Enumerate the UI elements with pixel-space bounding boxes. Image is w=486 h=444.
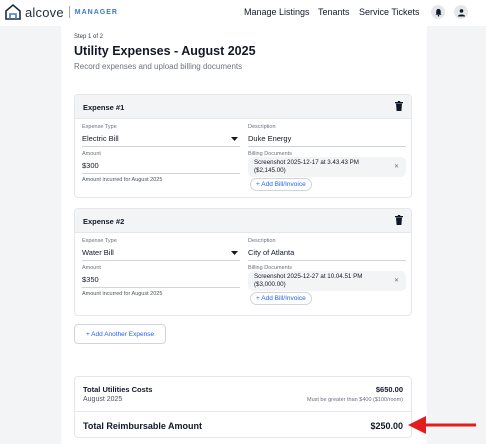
description-input[interactable]: Duke Energy xyxy=(248,134,291,143)
description-label: Description xyxy=(248,238,276,244)
description-underline xyxy=(248,260,406,261)
expense-type-label: Expense Type xyxy=(82,238,117,244)
total-costs-value: $650.00 xyxy=(375,385,403,394)
amount-input[interactable]: $300 xyxy=(82,161,99,170)
notifications-button[interactable] xyxy=(431,5,445,19)
amount-underline xyxy=(82,287,240,288)
trash-icon[interactable] xyxy=(395,101,403,111)
expense-card: Expense #1 Expense Type Electric Bill De… xyxy=(74,94,412,198)
expense-type-underline xyxy=(82,146,240,147)
nav-tenants[interactable]: Tenants xyxy=(318,7,350,17)
add-expense-button[interactable]: + Add Another Expense xyxy=(74,324,166,344)
house-logo-icon xyxy=(5,3,21,20)
amount-hint: Amount incurred for August 2025 xyxy=(82,177,163,183)
brand-divider xyxy=(68,6,70,18)
reimbursable-label: Total Reimbursable Amount xyxy=(83,421,203,431)
brand-name: alcove xyxy=(25,4,64,20)
profile-button[interactable] xyxy=(454,5,468,19)
expense-card-header: Expense #2 xyxy=(75,209,411,233)
expense-card: Expense #2 Expense Type Water Bill Descr… xyxy=(74,208,412,316)
description-underline xyxy=(248,146,406,147)
expense-type-select[interactable]: Water Bill xyxy=(82,248,114,257)
amount-label: Amount xyxy=(82,151,101,157)
expense-title: Expense #1 xyxy=(83,103,125,112)
total-costs-label: Total Utilities Costs xyxy=(83,385,153,394)
brand-subtitle: MANAGER xyxy=(74,8,118,16)
description-label: Description xyxy=(248,124,276,130)
document-chip[interactable]: Screenshot 2025-12-27 at 10.04.51 PM ($3… xyxy=(248,271,406,291)
expense-type-label: Expense Type xyxy=(82,124,117,130)
amount-label: Amount xyxy=(82,265,101,271)
expense-card-header: Expense #1 xyxy=(75,95,411,119)
bell-icon xyxy=(434,8,442,17)
amount-hint: Amount incurred for August 2025 xyxy=(82,291,163,297)
summary-divider xyxy=(75,411,411,412)
expense-type-select[interactable]: Electric Bill xyxy=(82,134,119,143)
add-bill-button[interactable]: + Add Bill/Invoice xyxy=(250,292,312,305)
reimbursable-value: $250.00 xyxy=(370,421,403,431)
nav-manage-listings[interactable]: Manage Listings xyxy=(244,7,310,17)
chevron-down-icon[interactable] xyxy=(231,251,238,256)
top-nav: alcove MANAGER Manage Listings Tenants S… xyxy=(0,0,486,26)
description-input[interactable]: City of Atlanta xyxy=(248,248,294,257)
document-chip[interactable]: Screenshot 2025-12-17 at 3.43.43 PM ($2,… xyxy=(248,157,406,177)
main-content: Step 1 of 2 Utility Expenses - August 20… xyxy=(61,26,427,444)
expense-type-underline xyxy=(82,260,240,261)
expense-title: Expense #2 xyxy=(83,217,125,226)
summary-card: Total Utilities Costs $650.00 August 202… xyxy=(74,376,412,438)
add-bill-button[interactable]: + Add Bill/Invoice xyxy=(250,178,312,191)
amount-underline xyxy=(82,173,240,174)
page-subtitle: Record expenses and upload billing docum… xyxy=(74,62,243,71)
trash-icon[interactable] xyxy=(395,215,403,225)
user-icon xyxy=(457,8,465,17)
page-title: Utility Expenses - August 2025 xyxy=(74,44,256,58)
document-amount: ($3,000.00) xyxy=(254,281,286,288)
minimum-note: Must be greater than $400 ($100/room) xyxy=(306,397,403,403)
total-costs-period: August 2025 xyxy=(83,396,123,403)
amount-input[interactable]: $350 xyxy=(82,275,99,284)
close-icon[interactable]: ✕ xyxy=(394,277,399,285)
chevron-down-icon[interactable] xyxy=(231,137,238,142)
close-icon[interactable]: ✕ xyxy=(394,163,399,171)
document-amount: ($2,145.00) xyxy=(254,167,286,174)
document-name: Screenshot 2025-12-27 at 10.04.51 PM xyxy=(254,273,363,280)
arrow-left-icon xyxy=(408,416,476,434)
step-indicator: Step 1 of 2 xyxy=(74,34,104,40)
document-name: Screenshot 2025-12-17 at 3.43.43 PM xyxy=(254,159,359,166)
nav-service-tickets[interactable]: Service Tickets xyxy=(359,7,420,17)
brand-logo[interactable]: alcove MANAGER xyxy=(4,3,118,21)
